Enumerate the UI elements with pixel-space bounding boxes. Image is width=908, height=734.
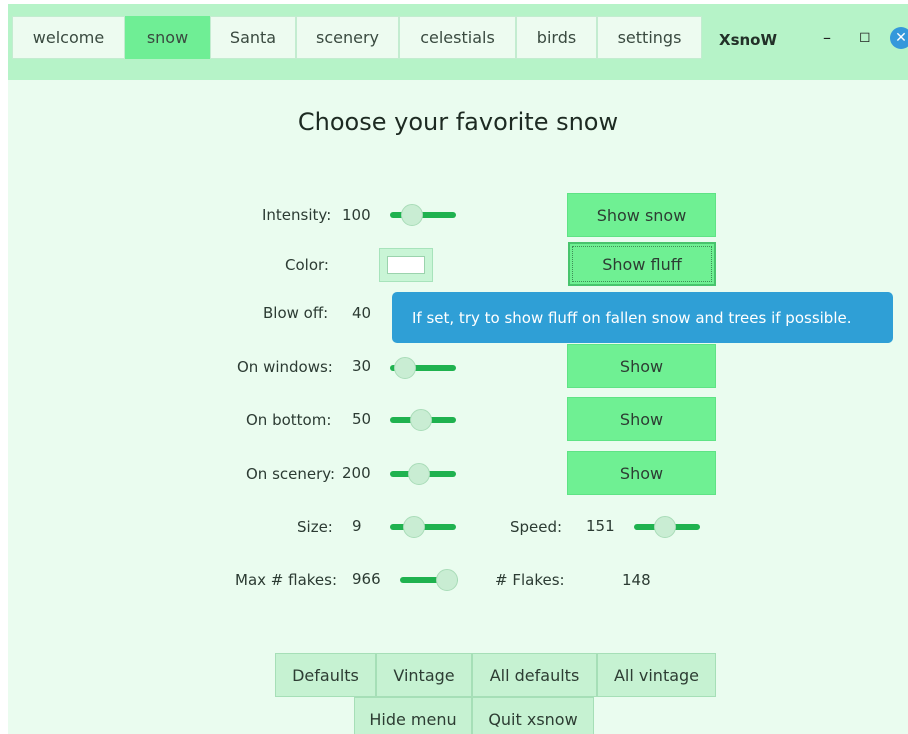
on-windows-label: On windows:	[237, 358, 333, 376]
max-flakes-slider[interactable]	[400, 569, 458, 591]
quit-button[interactable]: Quit xsnow	[472, 697, 594, 734]
flakes-count-label: # Flakes:	[495, 571, 565, 589]
intensity-slider[interactable]	[390, 204, 456, 226]
tab-snow[interactable]: snow	[125, 16, 210, 59]
slider-knob[interactable]	[403, 516, 425, 538]
tab-bar: welcome snow Santa scenery celestials bi…	[8, 4, 908, 80]
show-bottom-button[interactable]: Show	[567, 397, 716, 441]
max-flakes-value: 966	[352, 570, 381, 588]
tooltip: If set, try to show fluff on fallen snow…	[392, 292, 893, 343]
size-value: 9	[352, 517, 362, 535]
flakes-count-value: 148	[622, 571, 651, 589]
intensity-value: 100	[342, 206, 371, 224]
color-label: Color:	[285, 256, 329, 274]
tab-santa[interactable]: Santa	[210, 16, 296, 59]
maximize-icon[interactable]: ◻	[859, 29, 871, 45]
slider-knob[interactable]	[401, 204, 423, 226]
speed-value: 151	[586, 517, 615, 535]
on-windows-value: 30	[352, 357, 372, 375]
slider-knob[interactable]	[408, 463, 430, 485]
hide-menu-button[interactable]: Hide menu	[354, 697, 472, 734]
on-scenery-slider[interactable]	[390, 463, 456, 485]
max-flakes-label: Max # flakes:	[235, 571, 338, 589]
minimize-icon[interactable]: –	[823, 28, 831, 47]
close-icon[interactable]: ✕	[890, 27, 908, 49]
speed-label: Speed:	[510, 518, 563, 536]
show-windows-button[interactable]: Show	[567, 344, 716, 388]
defaults-button[interactable]: Defaults	[275, 653, 376, 697]
intensity-label: Intensity:	[262, 206, 332, 224]
all-vintage-button[interactable]: All vintage	[597, 653, 716, 697]
color-swatch	[387, 256, 425, 274]
on-scenery-value: 200	[342, 464, 371, 482]
show-scenery-button[interactable]: Show	[567, 451, 716, 495]
tab-settings[interactable]: settings	[597, 16, 702, 59]
all-defaults-button[interactable]: All defaults	[472, 653, 597, 697]
blow-off-value: 40	[352, 304, 372, 322]
tab-birds[interactable]: birds	[516, 16, 597, 59]
size-slider[interactable]	[390, 516, 456, 538]
tab-scenery[interactable]: scenery	[296, 16, 399, 59]
slider-knob[interactable]	[410, 409, 432, 431]
app-window: welcome snow Santa scenery celestials bi…	[8, 4, 908, 734]
speed-slider[interactable]	[634, 516, 700, 538]
vintage-button[interactable]: Vintage	[376, 653, 472, 697]
color-picker-button[interactable]	[379, 248, 433, 282]
slider-knob[interactable]	[436, 569, 458, 591]
show-fluff-button[interactable]: Show fluff	[568, 242, 716, 286]
blow-off-label: Blow off:	[263, 304, 329, 322]
on-scenery-label: On scenery:	[246, 465, 336, 483]
slider-knob[interactable]	[654, 516, 676, 538]
size-label: Size:	[297, 518, 333, 536]
app-title: XsnoW	[719, 31, 778, 49]
on-bottom-value: 50	[352, 410, 372, 428]
slider-knob[interactable]	[394, 357, 416, 379]
slider-track	[390, 212, 456, 218]
page-title: Choose your favorite snow	[297, 108, 619, 136]
on-bottom-slider[interactable]	[390, 409, 456, 431]
show-snow-button[interactable]: Show snow	[567, 193, 716, 237]
on-bottom-label: On bottom:	[246, 411, 332, 429]
tab-celestials[interactable]: celestials	[399, 16, 516, 59]
tab-welcome[interactable]: welcome	[12, 16, 125, 59]
on-windows-slider[interactable]	[390, 357, 456, 379]
